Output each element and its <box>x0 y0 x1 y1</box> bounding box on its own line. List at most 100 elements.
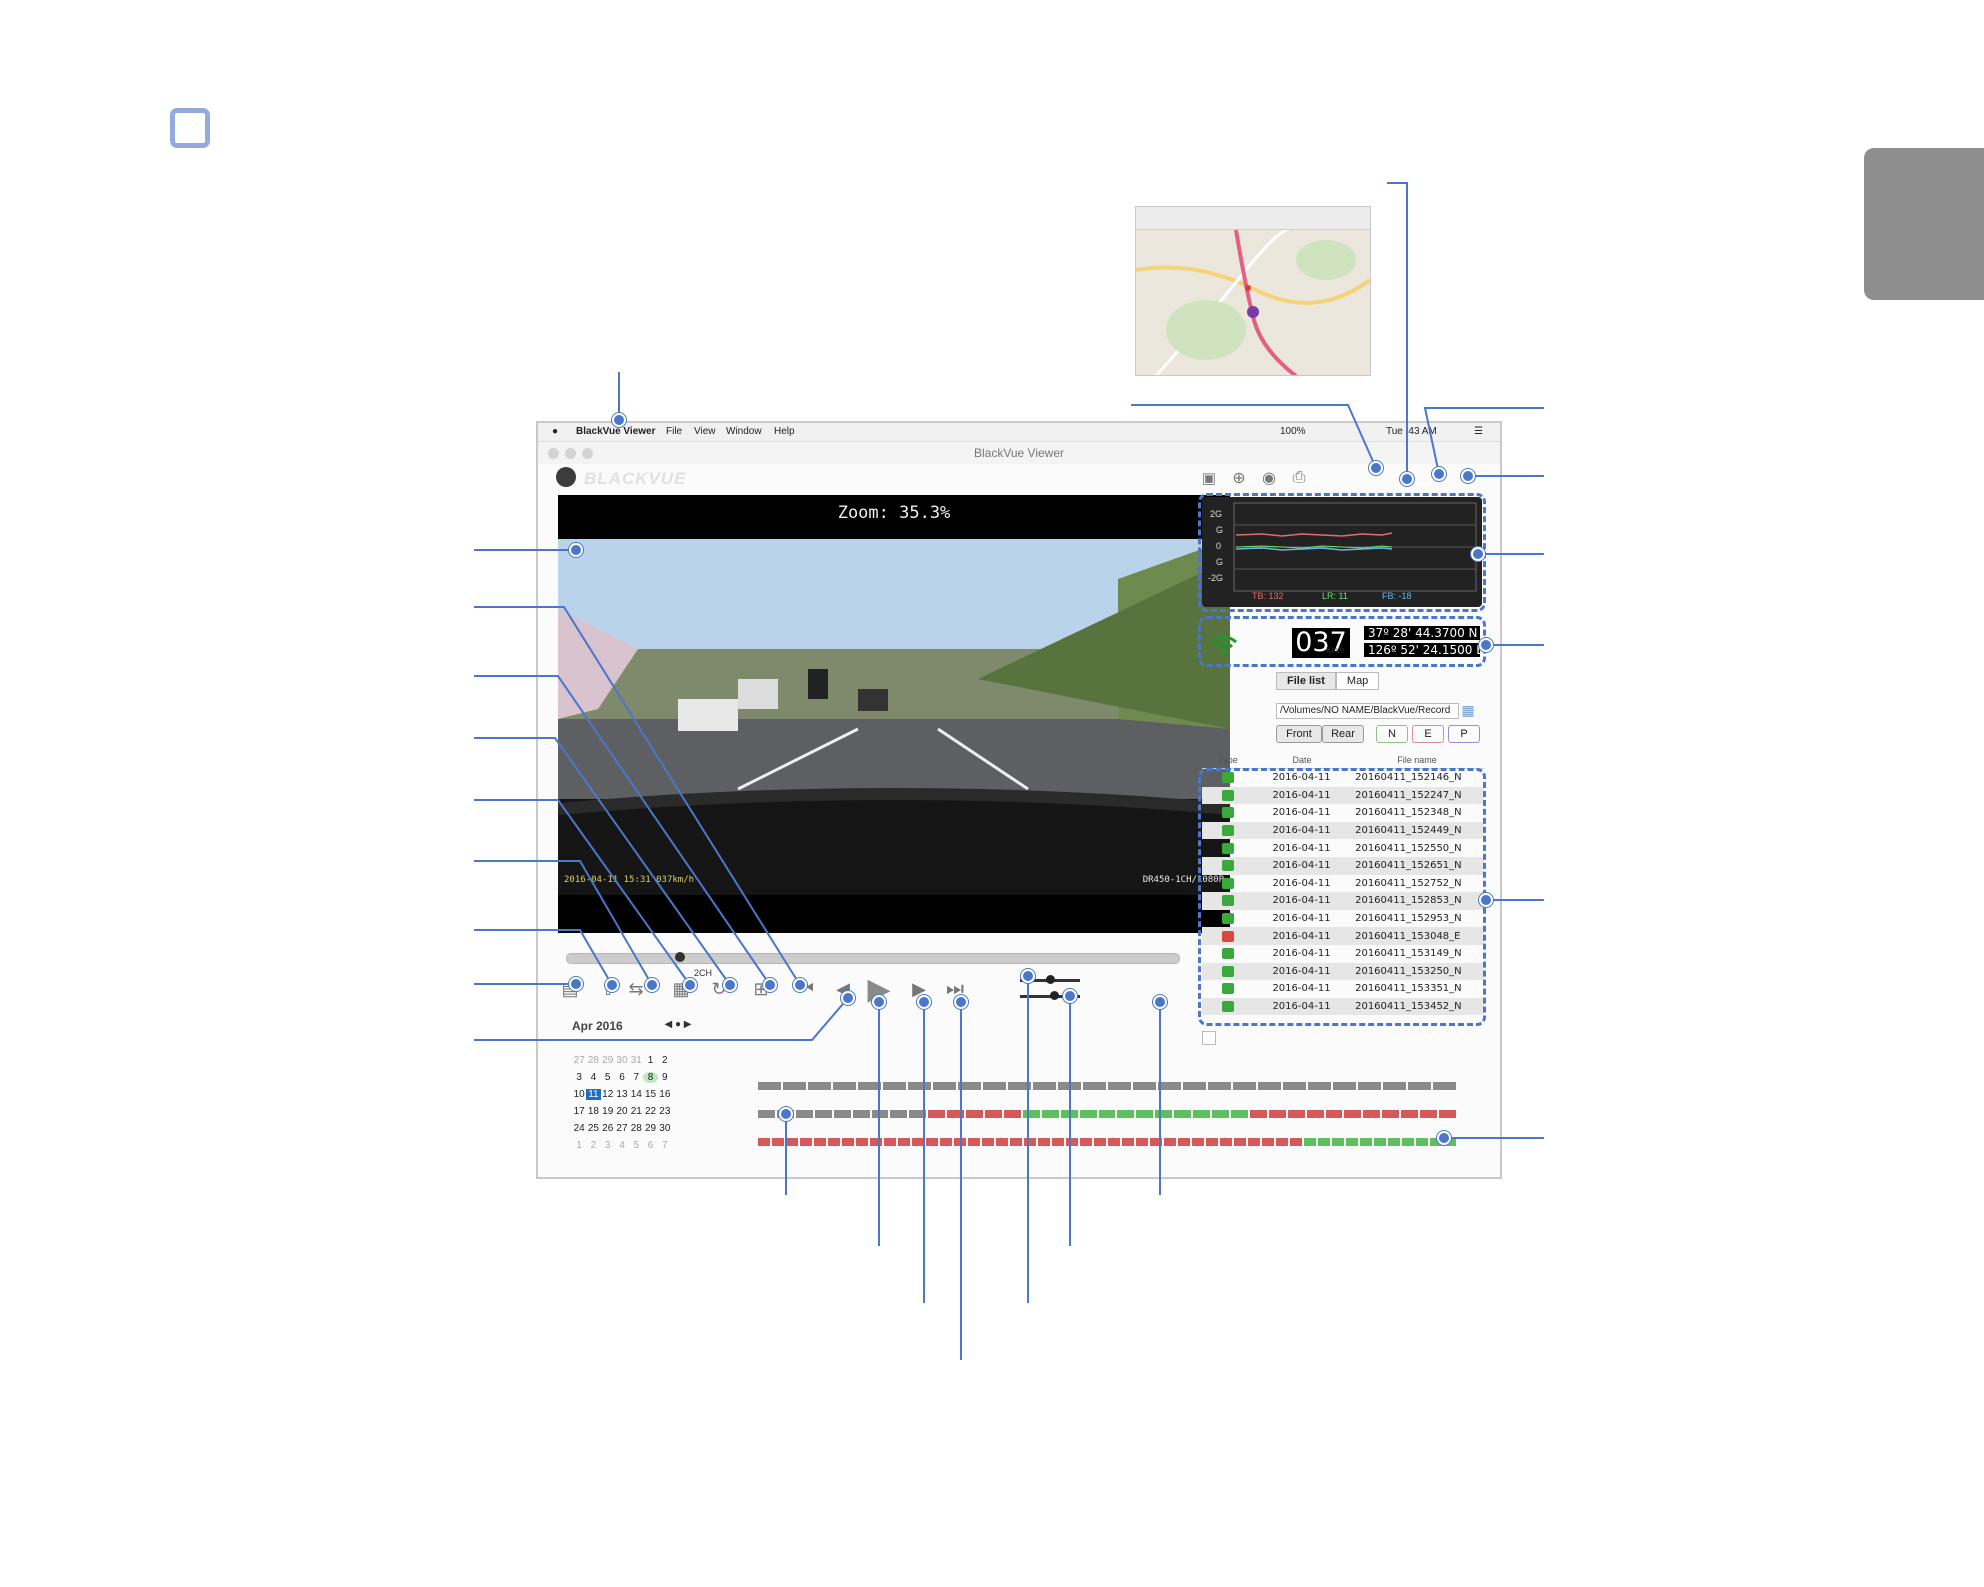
timeline-segment[interactable] <box>926 1138 938 1146</box>
timeline-segment[interactable] <box>1383 1082 1406 1090</box>
calendar-day[interactable]: 6 <box>615 1072 629 1083</box>
calendar-day[interactable]: 10 <box>572 1089 586 1100</box>
timeline-segment[interactable] <box>983 1082 1006 1090</box>
timeline-segment[interactable] <box>1363 1110 1381 1118</box>
calendar-day[interactable]: 28 <box>629 1123 643 1134</box>
calendar-day[interactable]: 3 <box>601 1140 615 1151</box>
timeline-segment[interactable] <box>912 1138 924 1146</box>
header-file-name[interactable]: File name <box>1350 755 1484 768</box>
timeline-segment[interactable] <box>758 1138 770 1146</box>
filter-parking-button[interactable]: P <box>1448 725 1480 743</box>
timeline-segment[interactable] <box>1346 1138 1358 1146</box>
timeline-segment[interactable] <box>1332 1138 1344 1146</box>
timeline-segment[interactable] <box>1290 1138 1302 1146</box>
calendar-day[interactable]: 27 <box>615 1123 629 1134</box>
timeline-segment[interactable] <box>786 1138 798 1146</box>
timeline-segment[interactable] <box>1234 1138 1246 1146</box>
calendar-day[interactable]: 26 <box>601 1123 615 1134</box>
timeline-segment[interactable] <box>1208 1082 1231 1090</box>
timeline-segment[interactable] <box>833 1082 856 1090</box>
timeline-segment[interactable] <box>1158 1082 1181 1090</box>
timeline-segment[interactable] <box>1038 1138 1050 1146</box>
calendar-day[interactable]: 18 <box>586 1106 600 1117</box>
timeline-segment[interactable] <box>1155 1110 1173 1118</box>
timeline-segment[interactable] <box>890 1110 908 1118</box>
timeline-segment[interactable] <box>1374 1138 1386 1146</box>
timeline-segment[interactable] <box>954 1138 966 1146</box>
calendar-day[interactable]: 5 <box>629 1140 643 1151</box>
header-type[interactable]: Type <box>1202 755 1254 768</box>
calendar-day[interactable]: 9 <box>658 1072 672 1083</box>
timeline-segment[interactable] <box>795 1110 813 1118</box>
calendar-day[interactable]: 2 <box>586 1140 600 1151</box>
timeline-segment[interactable] <box>870 1138 882 1146</box>
timeline-segment[interactable] <box>1220 1138 1232 1146</box>
timeline-segment[interactable] <box>833 1110 851 1118</box>
timeline-segment[interactable] <box>1033 1082 1056 1090</box>
timeline-segment[interactable] <box>898 1138 910 1146</box>
calendar-day[interactable]: 14 <box>629 1089 643 1100</box>
filter-front-button[interactable]: Front <box>1276 725 1322 743</box>
timeline-segment[interactable] <box>1401 1110 1419 1118</box>
browse-folder-icon[interactable]: ▦ <box>1458 702 1478 718</box>
timeline-segment[interactable] <box>1080 1138 1092 1146</box>
timeline-segment[interactable] <box>1174 1110 1192 1118</box>
timeline-segment[interactable] <box>1420 1110 1438 1118</box>
calendar-day[interactable]: 29 <box>643 1123 657 1134</box>
folder-path-field[interactable]: /Volumes/NO NAME/BlackVue/Record <box>1276 703 1459 719</box>
timeline-segment[interactable] <box>1052 1138 1064 1146</box>
timeline-segment[interactable] <box>1164 1138 1176 1146</box>
calendar-day[interactable]: 1 <box>572 1140 586 1151</box>
timeline-segment[interactable] <box>1136 1110 1154 1118</box>
timeline-segment[interactable] <box>1388 1138 1400 1146</box>
timeline-segment[interactable] <box>958 1082 981 1090</box>
header-date[interactable]: Date <box>1254 755 1350 768</box>
timeline-segment[interactable] <box>1136 1138 1148 1146</box>
timeline-segment[interactable] <box>1276 1138 1288 1146</box>
timeline-segment[interactable] <box>940 1138 952 1146</box>
calendar-day[interactable]: 30 <box>658 1123 672 1134</box>
calendar-day[interactable]: 11 <box>586 1089 601 1100</box>
timeline-segment[interactable] <box>1358 1082 1381 1090</box>
timeline-segment[interactable] <box>1022 1110 1040 1118</box>
timeline-segment[interactable] <box>985 1110 1002 1118</box>
open-folder-icon[interactable]: ▣ <box>1198 467 1220 489</box>
timeline-segment[interactable] <box>1003 1110 1021 1118</box>
calendar-day[interactable]: 28 <box>586 1055 600 1066</box>
filter-by-date-checkbox[interactable] <box>1202 1031 1216 1045</box>
calendar-day[interactable]: 31 <box>629 1055 643 1066</box>
calendar-day[interactable]: 16 <box>658 1089 672 1100</box>
calendar-day[interactable]: 30 <box>615 1055 629 1066</box>
timeline-segment[interactable] <box>1283 1082 1306 1090</box>
seek-handle[interactable] <box>675 952 685 962</box>
timeline-segment[interactable] <box>1094 1138 1106 1146</box>
timeline-segment[interactable] <box>1183 1082 1206 1090</box>
timeline-segment[interactable] <box>1306 1110 1324 1118</box>
calendar-day[interactable]: 17 <box>572 1106 586 1117</box>
minimize-window-button[interactable] <box>565 448 576 459</box>
calendar-day[interactable]: 24 <box>572 1123 586 1134</box>
calendar-day[interactable]: 1 <box>643 1055 657 1066</box>
timeline-segment[interactable] <box>1439 1110 1456 1118</box>
timeline-segment[interactable] <box>982 1138 994 1146</box>
timeline-segment[interactable] <box>1249 1110 1267 1118</box>
timeline-segment[interactable] <box>1230 1110 1248 1118</box>
timeline-segment[interactable] <box>1150 1138 1162 1146</box>
timeline-segment[interactable] <box>1344 1110 1362 1118</box>
timeline-segment[interactable] <box>1060 1110 1078 1118</box>
timeline-segment[interactable] <box>814 1110 832 1118</box>
filter-rear-button[interactable]: Rear <box>1322 725 1364 743</box>
timeline-segment[interactable] <box>1360 1138 1372 1146</box>
calendar-nav-arrows[interactable]: ◀ ● ▶ <box>658 1017 698 1031</box>
calendar-day[interactable]: 7 <box>629 1072 643 1083</box>
timeline-segment[interactable] <box>1333 1082 1356 1090</box>
menu-app-name[interactable]: BlackVue Viewer <box>576 426 656 437</box>
timeline-segment[interactable] <box>1325 1110 1343 1118</box>
menu-view[interactable]: View <box>694 426 716 437</box>
calendar-day[interactable]: 29 <box>601 1055 615 1066</box>
calendar-day[interactable]: 6 <box>643 1140 657 1151</box>
timeline-segment[interactable] <box>966 1110 983 1118</box>
timeline-segment[interactable] <box>1010 1138 1022 1146</box>
video-player[interactable]: Zoom: 35.3% 2016-04-11 15:31 037km/h DR4… <box>558 495 1230 933</box>
timeline-segment[interactable] <box>1122 1138 1134 1146</box>
